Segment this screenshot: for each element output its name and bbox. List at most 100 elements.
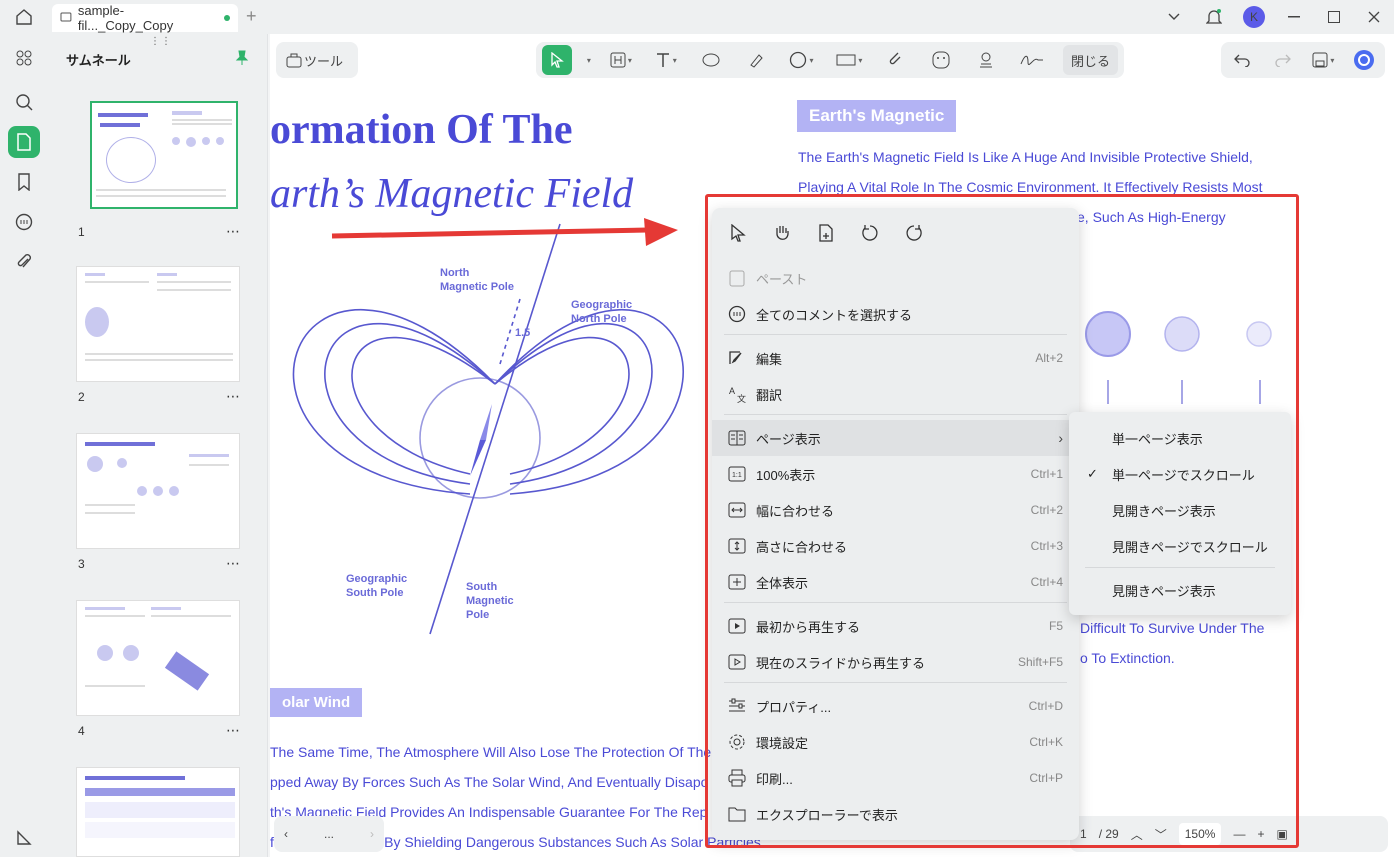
zoom-out-button[interactable]: — (1233, 827, 1245, 841)
rotate-right-icon[interactable] (900, 220, 928, 246)
redo-button[interactable] (1268, 45, 1298, 75)
stamp-person-tool[interactable] (971, 45, 1001, 75)
maximize-button[interactable] (1314, 0, 1354, 34)
menu-item-print[interactable]: 印刷... Ctrl+P (712, 760, 1079, 796)
menu-item-translate[interactable]: A 文翻訳 (712, 376, 1079, 412)
menu-item-page-display[interactable]: ページ表示 › (712, 420, 1079, 456)
unsaved-dot (224, 15, 230, 21)
search-icon[interactable] (8, 86, 40, 118)
submenu-item-single-scroll[interactable]: ✓ 単一ページでスクロール (1069, 456, 1291, 492)
menu-item-paste[interactable]: ペースト (712, 260, 1079, 296)
menu-item-fit-all[interactable]: 全体表示 Ctrl+4 (712, 564, 1079, 600)
page-total: / 29 (1098, 827, 1119, 841)
zoom-in-button[interactable]: + (1257, 827, 1264, 841)
attachment-icon[interactable] (8, 246, 40, 278)
submenu-item-two-page[interactable]: 見開きページ表示 (1069, 492, 1291, 528)
thumbnail-icon[interactable] (8, 126, 40, 158)
page-number: 4 (78, 724, 85, 738)
page-options-button[interactable]: ⋯ (226, 722, 241, 739)
toolbox-icon (286, 53, 302, 68)
svg-text:A: A (729, 386, 735, 396)
pin-icon[interactable] (235, 50, 249, 69)
bell-icon[interactable] (1194, 0, 1234, 34)
undo-button[interactable] (1227, 45, 1257, 75)
apps-icon[interactable] (8, 42, 40, 74)
more-button[interactable]: ... (324, 827, 334, 841)
paragraph-line: Difficult To Survive Under The (1080, 620, 1265, 636)
stamp-tool[interactable]: ▾ (832, 45, 866, 75)
document-title-line1: ormation Of The (270, 107, 573, 153)
menu-item-properties[interactable]: プロパティ... Ctrl+D (712, 688, 1079, 724)
clipboard-icon (726, 267, 748, 289)
feedback-icon[interactable] (8, 822, 40, 854)
comments-icon[interactable] (8, 206, 40, 238)
menu-item-show-in-explorer[interactable]: エクスプローラーで表示 (712, 796, 1079, 832)
page-thumbnail[interactable] (76, 433, 240, 549)
select-tool[interactable] (542, 45, 572, 75)
fit-page-icon[interactable]: ▣ (1276, 827, 1287, 841)
page-nav-left: ‹ ... › (274, 816, 384, 852)
close-toolbar-button[interactable]: 閉じる (1062, 45, 1118, 75)
avatar[interactable]: K (1243, 6, 1265, 28)
menu-item-fit-width[interactable]: 幅に合わせる Ctrl+2 (712, 492, 1079, 528)
page-options-button[interactable]: ⋯ (226, 388, 241, 405)
ai-assistant-icon[interactable] (1349, 45, 1379, 75)
page-up-button[interactable]: ︿ (1131, 826, 1143, 843)
page-options-button[interactable]: ⋯ (226, 555, 241, 572)
fit-all-icon (726, 571, 748, 593)
signature-tool[interactable] (1016, 45, 1048, 75)
prev-page-button[interactable]: ‹ (284, 827, 288, 841)
page-thumbnail[interactable] (76, 600, 240, 716)
attach-tool[interactable] (881, 45, 911, 75)
menu-item-preferences[interactable]: 環境設定 Ctrl+K (712, 724, 1079, 760)
save-button[interactable]: ▾ (1308, 45, 1338, 75)
home-icon[interactable] (0, 0, 48, 34)
comment-tool[interactable] (696, 45, 726, 75)
menu-item-play-start[interactable]: 最初から再生する F5 (712, 608, 1079, 644)
menu-item-fit-height[interactable]: 高さに合わせる Ctrl+3 (712, 528, 1079, 564)
hand-icon[interactable] (768, 220, 796, 246)
bookmark-icon[interactable] (8, 166, 40, 198)
page-thumbnail[interactable] (90, 101, 238, 209)
document-tab[interactable]: sample-fil..._Copy_Copy (52, 3, 238, 33)
page-thumbnail[interactable] (76, 767, 240, 857)
svg-text:1:1: 1:1 (732, 472, 742, 479)
textbox-tool[interactable]: ▾ (606, 45, 636, 75)
play-current-icon (726, 651, 748, 673)
sticker-tool[interactable] (926, 45, 956, 75)
planet-size-circles (1085, 311, 1272, 404)
page-thumbnail[interactable] (76, 266, 240, 382)
fit-height-icon (726, 535, 748, 557)
rotate-left-icon[interactable] (856, 220, 884, 246)
page-down-button[interactable]: ﹀ (1155, 826, 1167, 843)
diagram-label: Geographic North Pole (571, 299, 633, 325)
submenu-item-two-page-scroll[interactable]: 見開きページでスクロール (1069, 528, 1291, 564)
menu-item-100[interactable]: 1:1 100%表示 Ctrl+1 (712, 456, 1079, 492)
close-window-button[interactable] (1354, 0, 1394, 34)
shape-tool[interactable]: ▾ (785, 45, 817, 75)
highlighter-tool[interactable] (741, 45, 771, 75)
text-tool[interactable]: ▾ (651, 45, 681, 75)
add-page-icon[interactable] (812, 220, 840, 246)
new-tab-button[interactable]: + (246, 6, 257, 27)
drag-handle[interactable]: ⋮⋮ (150, 36, 172, 47)
tools-button[interactable]: ツール (282, 45, 347, 75)
cursor-icon[interactable] (724, 220, 752, 246)
chevron-down-icon[interactable] (1154, 0, 1194, 34)
submenu-item-single-page[interactable]: 単一ページ表示 (1069, 420, 1291, 456)
menu-item-play-current[interactable]: 現在のスライドから再生する Shift+F5 (712, 644, 1079, 680)
gear-icon (726, 731, 748, 753)
minimize-button[interactable] (1274, 0, 1314, 34)
zoom-level[interactable]: 150% (1178, 823, 1222, 845)
page-input[interactable]: 1 (1080, 827, 1087, 841)
sliders-icon (726, 695, 748, 717)
menu-item-select-comments[interactable]: 全てのコメントを選択する (712, 296, 1079, 332)
menu-separator (724, 602, 1067, 603)
paragraph-line: o To Extinction. (1080, 650, 1175, 666)
chevron-down-icon[interactable]: ▾ (587, 56, 591, 65)
page-options-button[interactable]: ⋯ (226, 223, 241, 240)
solar-wind-badge: olar Wind (270, 688, 363, 717)
next-page-button[interactable]: › (370, 827, 374, 841)
menu-item-edit[interactable]: 編集 Alt+2 (712, 340, 1079, 376)
submenu-item-two-page-cover[interactable]: 見開きページ表示 (1069, 572, 1291, 608)
